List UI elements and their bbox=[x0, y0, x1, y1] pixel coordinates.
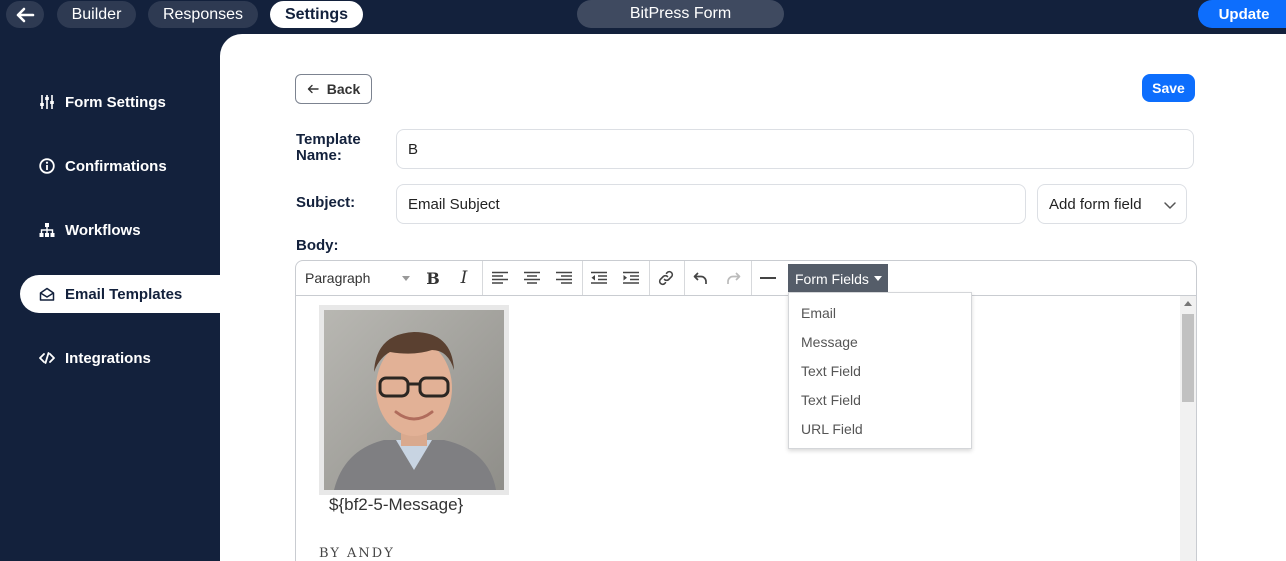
subject-label: Subject: bbox=[296, 194, 356, 211]
back-button[interactable]: Back bbox=[295, 74, 372, 104]
sidebar-item-confirmations[interactable]: Confirmations bbox=[20, 147, 220, 185]
paragraph-format-select[interactable]: Paragraph bbox=[296, 261, 416, 295]
paragraph-format-label: Paragraph bbox=[305, 270, 371, 286]
align-left-icon bbox=[492, 271, 508, 284]
sidebar-item-label: Workflows bbox=[65, 221, 141, 239]
sidebar-item-form-settings[interactable]: Form Settings bbox=[20, 83, 220, 121]
tab-responses[interactable]: Responses bbox=[148, 1, 258, 28]
editor-scrollbar[interactable] bbox=[1180, 296, 1196, 561]
sidebar-item-email-templates[interactable]: Email Templates bbox=[20, 275, 220, 313]
sidebar-item-label: Confirmations bbox=[65, 157, 167, 175]
sidebar-item-integrations[interactable]: Integrations bbox=[20, 339, 220, 377]
align-center-button[interactable] bbox=[517, 263, 547, 293]
bold-icon: B bbox=[426, 268, 440, 288]
scroll-up-arrow-icon[interactable] bbox=[1184, 301, 1192, 306]
save-button[interactable]: Save bbox=[1142, 74, 1195, 102]
align-center-icon bbox=[524, 271, 540, 284]
tab-builder[interactable]: Builder bbox=[57, 1, 136, 28]
envelope-open-icon bbox=[39, 286, 55, 302]
body-label: Body: bbox=[296, 237, 339, 254]
link-icon bbox=[658, 270, 674, 286]
top-bar: Builder Responses Settings BitPress Form… bbox=[0, 0, 1286, 34]
sidebar-item-label: Integrations bbox=[65, 349, 151, 367]
editor-toolbar: Paragraph B I Form Fields bbox=[296, 261, 1196, 296]
caret-down-icon bbox=[402, 276, 410, 281]
tab-settings[interactable]: Settings bbox=[270, 1, 363, 28]
back-arrow-button[interactable] bbox=[6, 1, 44, 28]
menu-item-url-field[interactable]: URL Field bbox=[789, 414, 971, 443]
outdent-icon bbox=[591, 271, 607, 284]
sliders-icon bbox=[39, 94, 55, 110]
link-button[interactable] bbox=[651, 263, 681, 293]
message-token: ${bf2-5-Message} bbox=[329, 495, 464, 514]
rich-text-editor: Paragraph B I Form Fields ${bf2-5-Messag… bbox=[295, 260, 1197, 561]
menu-item-text-field[interactable]: Text Field bbox=[789, 385, 971, 414]
redo-button[interactable] bbox=[718, 263, 748, 293]
subject-value: Email Subject bbox=[408, 195, 500, 213]
form-fields-label: Form Fields bbox=[795, 270, 869, 287]
align-left-button[interactable] bbox=[485, 263, 515, 293]
toolbar-divider bbox=[751, 261, 752, 295]
toolbar-divider bbox=[582, 261, 583, 295]
toolbar-divider bbox=[684, 261, 685, 295]
indent-icon bbox=[623, 271, 639, 284]
template-name-value: B bbox=[408, 140, 419, 158]
editor-content[interactable]: ${bf2-5-Message} BY ANDY bbox=[296, 296, 1180, 561]
horizontal-rule-icon bbox=[760, 277, 776, 279]
arrow-left-icon bbox=[307, 84, 319, 94]
chevron-down-icon bbox=[1164, 202, 1176, 209]
bold-button[interactable]: B bbox=[418, 263, 448, 293]
byline-text: BY ANDY bbox=[319, 546, 395, 561]
toolbar-divider bbox=[649, 261, 650, 295]
arrow-left-icon bbox=[16, 7, 35, 22]
sidebar-item-workflows[interactable]: Workflows bbox=[20, 211, 220, 249]
menu-item-email[interactable]: Email bbox=[789, 298, 971, 327]
align-right-button[interactable] bbox=[549, 263, 579, 293]
italic-icon: I bbox=[460, 268, 468, 288]
update-button[interactable]: Update bbox=[1198, 0, 1286, 28]
add-form-field-label: Add form field bbox=[1049, 195, 1142, 213]
author-portrait-image bbox=[324, 310, 504, 490]
code-icon bbox=[39, 350, 55, 366]
toolbar-divider bbox=[482, 261, 483, 295]
form-fields-menu: Email Message Text Field Text Field URL … bbox=[788, 292, 972, 449]
scrollbar-thumb[interactable] bbox=[1182, 314, 1194, 402]
author-photo[interactable] bbox=[319, 305, 509, 495]
template-name-input[interactable]: B bbox=[396, 129, 1194, 169]
menu-item-message[interactable]: Message bbox=[789, 327, 971, 356]
italic-button[interactable]: I bbox=[449, 263, 479, 293]
sidebar-item-label: Form Settings bbox=[65, 93, 166, 111]
menu-item-text-field[interactable]: Text Field bbox=[789, 356, 971, 385]
subject-input[interactable]: Email Subject bbox=[396, 184, 1026, 224]
info-icon bbox=[39, 158, 55, 174]
sitemap-icon bbox=[39, 222, 55, 238]
align-right-icon bbox=[556, 271, 572, 284]
indent-button[interactable] bbox=[616, 263, 646, 293]
back-button-label: Back bbox=[326, 81, 361, 97]
outdent-button[interactable] bbox=[584, 263, 614, 293]
sidebar-item-label: Email Templates bbox=[65, 285, 183, 303]
redo-icon bbox=[727, 272, 741, 284]
undo-icon bbox=[693, 272, 707, 284]
main-panel: Back Save Template Name: B Subject: Emai… bbox=[220, 34, 1286, 561]
horizontal-line-button[interactable] bbox=[753, 263, 783, 293]
form-fields-dropdown-button[interactable]: Form Fields bbox=[788, 264, 888, 293]
undo-button[interactable] bbox=[686, 263, 716, 293]
caret-down-icon bbox=[873, 276, 882, 281]
form-title[interactable]: BitPress Form bbox=[577, 0, 784, 28]
template-name-label: Template Name: bbox=[296, 131, 361, 164]
add-form-field-select[interactable]: Add form field bbox=[1037, 184, 1187, 224]
